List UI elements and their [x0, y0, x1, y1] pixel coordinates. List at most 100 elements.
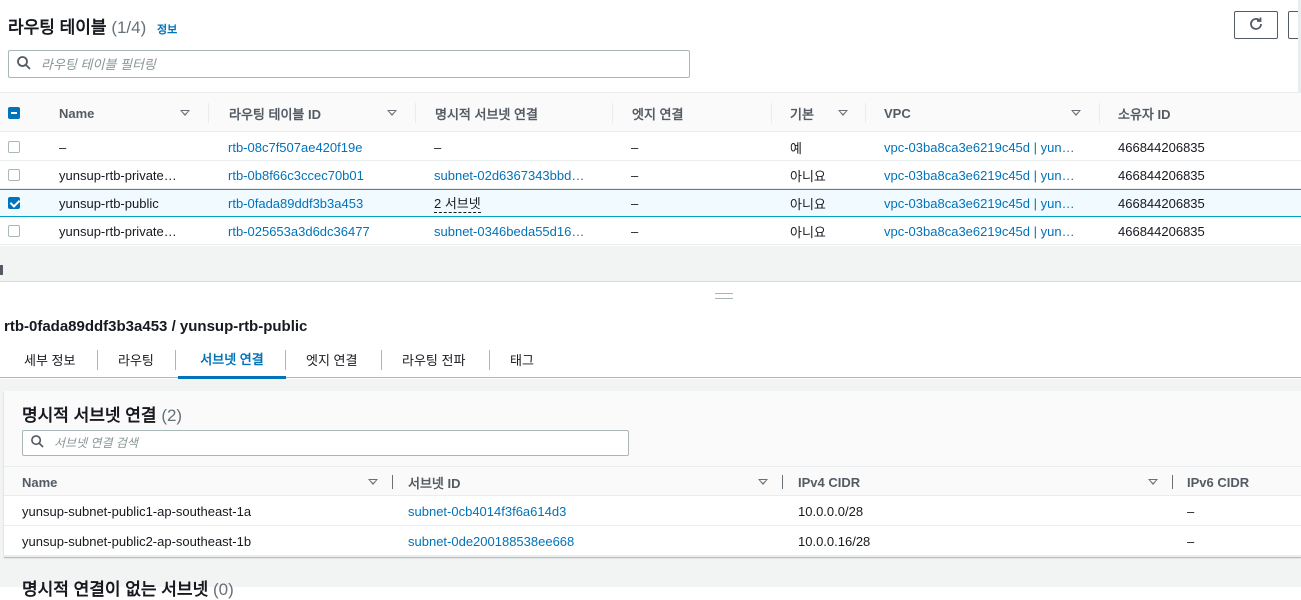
tab-tags[interactable]: 태그: [498, 340, 546, 378]
col-main[interactable]: 기본: [790, 93, 814, 133]
refresh-icon: [1248, 16, 1264, 35]
route-table-filter: [8, 50, 690, 78]
row-route-table-id[interactable]: rtb-0fada89ddf3b3a453: [228, 189, 363, 217]
explicit-subnets-count: (2): [161, 406, 183, 425]
row-vpc[interactable]: vpc-03ba8ca3e6219c45d | yun…: [884, 189, 1075, 217]
row-name: yunsup-rtb-public: [59, 195, 159, 211]
explicit-subnets-title-text: 명시적 서브넷 연결: [22, 406, 157, 425]
row-route-table-id[interactable]: rtb-08c7f507ae420f19e: [228, 133, 362, 161]
subnet-row-name: yunsup-subnet-public2-ap-southeast-1b: [22, 533, 252, 549]
tab-details[interactable]: 세부 정보: [12, 340, 87, 378]
row-main: 예: [790, 140, 802, 156]
col-explicit-subnet[interactable]: 명시적 서브넷 연결: [435, 93, 538, 133]
tab-edge-associations[interactable]: 엣지 연결: [294, 340, 369, 378]
subnet-association-search: [22, 430, 629, 456]
row-name: yunsup-rtb-private…: [59, 223, 177, 239]
subnet-row-id[interactable]: subnet-0de200188538ee668: [408, 526, 574, 556]
row-subnet[interactable]: 2 서브넷: [434, 193, 481, 213]
search-icon: [17, 55, 31, 73]
row-edge: –: [631, 195, 639, 211]
sort-icon[interactable]: [1071, 110, 1081, 116]
row-edge: –: [631, 139, 639, 155]
refresh-button[interactable]: [1234, 11, 1278, 39]
search-icon: [31, 435, 44, 451]
row-route-table-id[interactable]: rtb-025653a3d6dc36477: [228, 217, 370, 245]
row-checkbox[interactable]: [8, 189, 20, 217]
col-ipv6-cidr[interactable]: IPv6 CIDR: [1187, 467, 1249, 497]
row-vpc[interactable]: vpc-03ba8ca3e6219c45d | yun…: [884, 133, 1075, 161]
table-footer-area: [0, 246, 1301, 282]
no-explicit-subnets-title: 명시적 연결이 없는 서브넷 (0): [22, 575, 234, 600]
subnet-row: yunsup-subnet-public1-ap-southeast-1a su…: [4, 496, 1301, 526]
col-edge[interactable]: 엣지 연결: [632, 93, 683, 133]
subnet-row-ipv6: –: [1187, 503, 1195, 519]
row-owner: 466844206835: [1118, 167, 1205, 183]
row-edge: –: [631, 223, 639, 239]
explicit-subnets-title: 명시적 서브넷 연결 (2): [22, 401, 182, 426]
row-checkbox[interactable]: [8, 217, 20, 245]
no-explicit-subnets-title-text: 명시적 연결이 없는 서브넷: [22, 580, 209, 599]
row-owner: 466844206835: [1118, 195, 1205, 211]
selection-count: (1/4): [111, 18, 147, 37]
col-owner[interactable]: 소유자 ID: [1118, 93, 1171, 133]
sort-icon[interactable]: [387, 110, 397, 116]
sort-icon[interactable]: [838, 110, 848, 116]
row-vpc[interactable]: vpc-03ba8ca3e6219c45d | yun…: [884, 217, 1075, 245]
subnet-table-header: Name 서브넷 ID IPv4 CIDR IPv6 CIDR: [4, 466, 1301, 496]
sort-icon[interactable]: [758, 479, 768, 485]
row-name: –: [59, 139, 67, 155]
row-subnet: –: [434, 139, 442, 155]
row-subnet[interactable]: subnet-02d6367343bbd…: [434, 161, 584, 189]
tab-routes[interactable]: 라우팅: [106, 340, 166, 378]
detail-title: rtb-0fada89ddf3b3a453 / yunsup-rtb-publi…: [4, 318, 308, 335]
col-ipv4-cidr[interactable]: IPv4 CIDR: [798, 467, 860, 497]
select-all-checkbox[interactable]: [8, 93, 20, 133]
info-link[interactable]: 정보: [157, 24, 177, 36]
subnet-row-ipv4: 10.0.0.0/28: [798, 503, 864, 519]
table-header: Name 라우팅 테이블 ID 명시적 서브넷 연결 엣지 연결 기본 VPC …: [0, 92, 1301, 132]
row-main: 아니요: [790, 168, 826, 184]
col-subnet-name[interactable]: Name: [22, 467, 57, 497]
subnet-row-ipv4: 10.0.0.16/28: [798, 533, 871, 549]
table-row[interactable]: yunsup-rtb-private… rtb-025653a3d6dc3647…: [0, 217, 1301, 245]
row-route-table-id[interactable]: rtb-0b8f66c3ccec70b01: [228, 161, 364, 189]
tab-route-propagation[interactable]: 라우팅 전파: [390, 340, 477, 378]
row-owner: 466844206835: [1118, 139, 1205, 155]
row-owner: 466844206835: [1118, 223, 1205, 239]
table-row[interactable]: – rtb-08c7f507ae420f19e – – 예 vpc-03ba8c…: [0, 133, 1301, 161]
page-title-text: 라우팅 테이블: [8, 18, 107, 37]
route-table-filter-input[interactable]: [39, 55, 689, 73]
checkbox-icon: [8, 197, 20, 209]
resize-handle-icon[interactable]: [715, 293, 733, 299]
sort-icon[interactable]: [1148, 479, 1158, 485]
table-row-selected[interactable]: yunsup-rtb-public rtb-0fada89ddf3b3a453 …: [0, 189, 1301, 217]
sort-icon[interactable]: [180, 110, 190, 116]
col-name[interactable]: Name: [59, 93, 94, 133]
col-vpc[interactable]: VPC: [884, 93, 911, 133]
row-main: 아니요: [790, 196, 826, 212]
tab-subnet-associations[interactable]: 서브넷 연결: [178, 340, 286, 379]
col-route-table-id[interactable]: 라우팅 테이블 ID: [229, 93, 321, 133]
checkbox-icon: [8, 107, 20, 119]
checkbox-icon: [8, 141, 20, 153]
subnet-row-ipv6: –: [1187, 533, 1195, 549]
detail-tabs: 세부 정보 라우팅 서브넷 연결 엣지 연결 라우팅 전파 태그: [0, 340, 1301, 379]
sort-icon[interactable]: [368, 479, 378, 485]
row-name: yunsup-rtb-private…: [59, 167, 177, 183]
table-row[interactable]: yunsup-rtb-private… rtb-0b8f66c3ccec70b0…: [0, 161, 1301, 189]
horizontal-scrollbar[interactable]: [0, 265, 3, 275]
panel-divider: [0, 281, 1301, 282]
row-vpc[interactable]: vpc-03ba8ca3e6219c45d | yun…: [884, 161, 1075, 189]
row-edge: –: [631, 167, 639, 183]
subnet-row-id[interactable]: subnet-0cb4014f3f6a614d3: [408, 496, 566, 526]
row-checkbox[interactable]: [8, 161, 20, 189]
subnet-row: yunsup-subnet-public2-ap-southeast-1b su…: [4, 526, 1301, 556]
row-subnet[interactable]: subnet-0346beda55d16…: [434, 217, 584, 245]
subnet-row-name: yunsup-subnet-public1-ap-southeast-1a: [22, 503, 252, 519]
subnet-association-search-input[interactable]: [52, 435, 628, 451]
no-explicit-subnets-count: (0): [212, 580, 234, 599]
row-checkbox[interactable]: [8, 133, 20, 161]
checkbox-icon: [8, 225, 20, 237]
col-subnet-id[interactable]: 서브넷 ID: [408, 467, 461, 497]
row-main: 아니요: [790, 224, 826, 240]
